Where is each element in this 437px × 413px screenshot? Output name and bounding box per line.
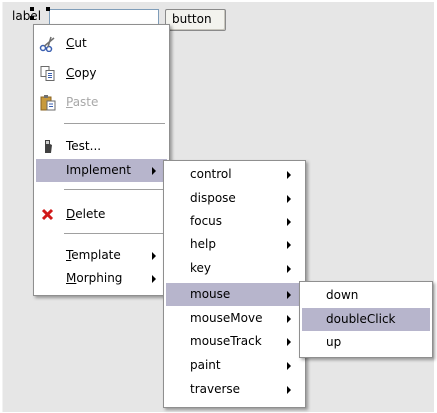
submenu-item-mouse[interactable]: mouse: [166, 283, 303, 306]
menu-item-paste[interactable]: Paste: [36, 91, 167, 114]
test-icon: [39, 138, 57, 155]
submenu-item-mousemove[interactable]: mouseMove: [166, 307, 303, 330]
submenu-item-help[interactable]: help: [166, 233, 303, 256]
submenu-item-traverse[interactable]: traverse: [166, 378, 303, 401]
submenu-arrow-icon: [287, 362, 291, 370]
context-menu: Cut Copy Paste Test... Implement Delete …: [33, 24, 170, 296]
submenu-arrow-icon: [287, 241, 291, 249]
mouse-submenu: down doubleClick up: [299, 281, 433, 358]
submenu-arrow-icon: [287, 338, 291, 346]
submenu-arrow-icon: [152, 167, 156, 175]
paste-icon: [39, 94, 57, 111]
submenu-arrow-icon: [152, 252, 156, 260]
submenu-item-mousetrack[interactable]: mouseTrack: [166, 330, 303, 353]
submenu-arrow-icon: [287, 291, 291, 299]
submenu-item-dispose[interactable]: dispose: [166, 187, 303, 210]
selection-handle-top-left[interactable]: [30, 7, 34, 11]
submenu-item-doubleclick[interactable]: doubleClick: [302, 308, 430, 331]
menu-separator-highlight: [64, 234, 165, 235]
menu-item-copy[interactable]: Copy: [36, 62, 167, 85]
menu-separator-highlight: [64, 124, 165, 125]
menu-item-delete[interactable]: Delete: [36, 203, 167, 226]
submenu-item-up[interactable]: up: [302, 331, 430, 354]
menu-item-test[interactable]: Test...: [36, 135, 167, 158]
menu-item-morphing[interactable]: Morphing: [36, 267, 167, 290]
menu-separator-highlight: [64, 190, 165, 191]
copy-icon: [39, 65, 57, 82]
implement-submenu: control dispose focus help key mouse mou…: [163, 160, 306, 408]
scissors-icon: [39, 35, 57, 53]
submenu-item-control[interactable]: control: [166, 163, 303, 186]
submenu-arrow-icon: [152, 275, 156, 283]
selection-handle-bottom-left[interactable]: [30, 16, 34, 20]
submenu-item-key[interactable]: key: [166, 257, 303, 280]
button-widget[interactable]: button: [165, 9, 226, 31]
submenu-arrow-icon: [287, 195, 291, 203]
menu-item-template[interactable]: Template: [36, 244, 167, 267]
menu-item-cut[interactable]: Cut: [36, 32, 167, 55]
selection-handle-top-right[interactable]: [46, 7, 50, 11]
submenu-arrow-icon: [287, 386, 291, 394]
submenu-item-paint[interactable]: paint: [166, 354, 303, 377]
submenu-item-focus[interactable]: focus: [166, 210, 303, 233]
submenu-arrow-icon: [287, 265, 291, 273]
submenu-item-down[interactable]: down: [302, 284, 430, 307]
submenu-arrow-icon: [287, 171, 291, 179]
submenu-arrow-icon: [287, 315, 291, 323]
label-widget[interactable]: label: [12, 9, 41, 23]
submenu-arrow-icon: [287, 218, 291, 226]
screen: label button Cut Copy Paste Test... Impl…: [0, 0, 437, 413]
delete-icon: [39, 206, 57, 223]
menu-item-implement[interactable]: Implement: [36, 159, 167, 182]
